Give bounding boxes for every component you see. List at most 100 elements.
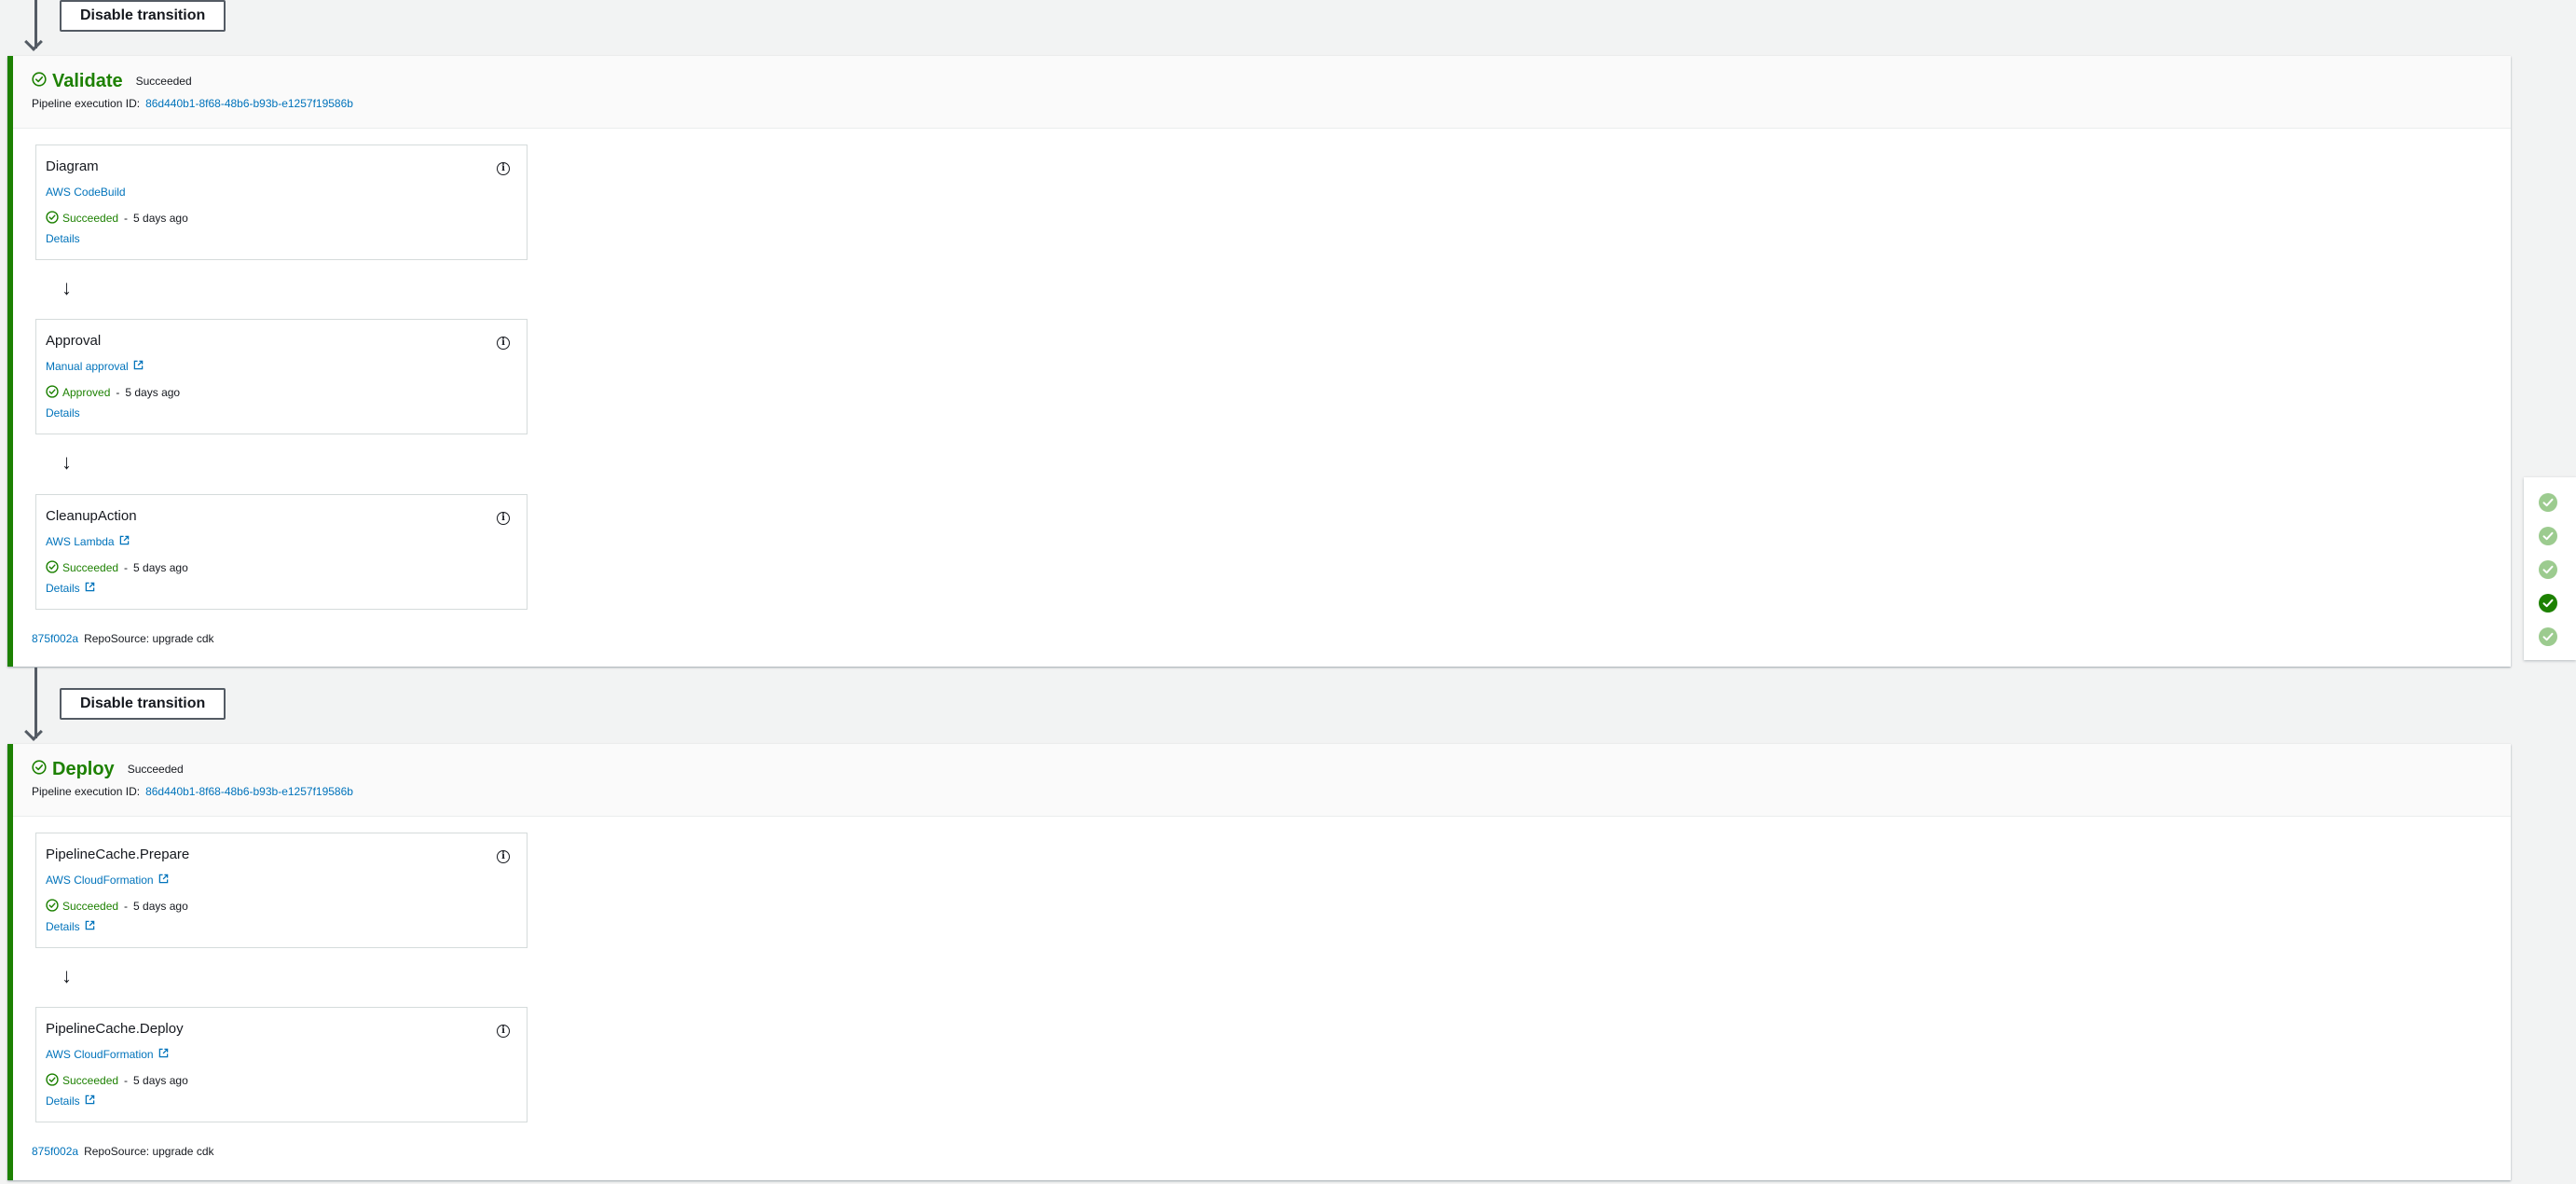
action-card-approval: Approval Manual approval Approved - 5 da… xyxy=(35,319,528,434)
external-link-icon xyxy=(85,920,95,933)
stage-name: Validate xyxy=(52,70,123,91)
action-status-text: Succeeded xyxy=(62,212,119,225)
action-time: 5 days ago xyxy=(133,561,188,574)
action-time: 5 days ago xyxy=(133,212,188,225)
details-link[interactable]: Details xyxy=(46,582,80,595)
action-card-pipelinecache-deploy: PipelineCache.Deploy AWS CloudFormation … xyxy=(35,1007,528,1122)
external-link-icon xyxy=(119,535,130,548)
stage-footer: 875f002a RepoSource: upgrade cdk xyxy=(32,632,214,645)
stage-nav-dot-5[interactable] xyxy=(2538,626,2558,647)
check-circle-icon xyxy=(46,210,59,227)
transition-into-validate: Disable transition xyxy=(0,0,559,52)
stage-nav-dot-2[interactable] xyxy=(2538,526,2558,546)
action-provider: Manual approval xyxy=(46,359,517,374)
provider-link[interactable]: AWS CloudFormation xyxy=(46,1048,154,1061)
stage-nav-dot-1[interactable] xyxy=(2538,492,2558,513)
action-details: Details xyxy=(46,1094,517,1108)
action-status-text: Succeeded xyxy=(62,561,119,574)
check-circle-icon xyxy=(32,759,47,779)
action-provider: AWS CloudFormation xyxy=(46,873,517,888)
details-link[interactable]: Details xyxy=(46,232,80,245)
details-link[interactable]: Details xyxy=(46,406,80,420)
commit-message: RepoSource: upgrade cdk xyxy=(84,632,214,645)
arrow-down-icon: ↓ xyxy=(62,450,72,474)
provider-link[interactable]: Manual approval xyxy=(46,360,129,373)
action-card-pipelinecache-prepare: PipelineCache.Prepare AWS CloudFormation… xyxy=(35,833,528,948)
action-status: Succeeded - 5 days ago xyxy=(46,559,517,576)
commit-message: RepoSource: upgrade cdk xyxy=(84,1145,214,1158)
stage-name: Deploy xyxy=(52,758,115,779)
details-link[interactable]: Details xyxy=(46,920,80,933)
info-icon[interactable]: i xyxy=(497,162,510,175)
check-circle-icon xyxy=(46,559,59,576)
stage-header: Deploy Succeeded Pipeline execution ID: 8… xyxy=(13,744,2511,817)
action-name: PipelineCache.Prepare xyxy=(46,847,190,862)
external-link-icon xyxy=(158,874,169,887)
info-icon[interactable]: i xyxy=(497,512,510,525)
action-status: Succeeded - 5 days ago xyxy=(46,210,517,227)
disable-transition-button[interactable]: Disable transition xyxy=(60,688,226,720)
action-time: 5 days ago xyxy=(133,1074,188,1087)
action-time: 5 days ago xyxy=(133,900,188,913)
external-link-icon xyxy=(85,582,95,595)
external-link-icon xyxy=(133,360,144,373)
info-icon[interactable]: i xyxy=(497,1025,510,1038)
status-separator: - xyxy=(124,561,129,574)
commit-link[interactable]: 875f002a xyxy=(32,1145,78,1158)
provider-link[interactable]: AWS CodeBuild xyxy=(46,186,126,199)
details-link[interactable]: Details xyxy=(46,1095,80,1108)
action-details: Details xyxy=(46,231,517,246)
action-provider: AWS CodeBuild xyxy=(46,185,517,200)
action-status: Succeeded - 5 days ago xyxy=(46,1072,517,1089)
status-separator: - xyxy=(124,900,129,913)
check-circle-icon xyxy=(46,1072,59,1089)
check-circle-icon xyxy=(46,384,59,401)
info-icon[interactable]: i xyxy=(497,850,510,863)
action-provider: AWS CloudFormation xyxy=(46,1047,517,1062)
action-name: Approval xyxy=(46,333,102,349)
stage-header: Validate Succeeded Pipeline execution ID… xyxy=(13,56,2511,129)
stage-validate: Validate Succeeded Pipeline execution ID… xyxy=(7,56,2511,667)
action-status-text: Approved xyxy=(62,386,111,399)
external-link-icon xyxy=(158,1048,169,1061)
action-card-diagram: Diagram AWS CodeBuild Succeeded - 5 days… xyxy=(35,145,528,260)
action-details: Details xyxy=(46,406,517,420)
action-status-text: Succeeded xyxy=(62,900,119,913)
action-details: Details xyxy=(46,919,517,934)
stage-nav-dot-4-current[interactable] xyxy=(2538,593,2558,613)
status-separator: - xyxy=(124,1074,129,1087)
pipeline-execution: Pipeline execution ID: 86d440b1-8f68-48b6… xyxy=(32,785,2511,798)
commit-link[interactable]: 875f002a xyxy=(32,632,78,645)
status-separator: - xyxy=(124,212,129,225)
action-card-cleanupaction: CleanupAction AWS Lambda Succeeded - 5 d… xyxy=(35,494,528,610)
execution-id-link[interactable]: 86d440b1-8f68-48b6-b93b-e1257f19586b xyxy=(145,785,353,798)
provider-link[interactable]: AWS Lambda xyxy=(46,535,115,548)
stage-navigator xyxy=(2524,477,2576,660)
stage-footer: 875f002a RepoSource: upgrade cdk xyxy=(32,1145,214,1158)
action-name: CleanupAction xyxy=(46,508,137,524)
info-icon[interactable]: i xyxy=(497,337,510,350)
pipeline-execution: Pipeline execution ID: 86d440b1-8f68-48b6… xyxy=(32,97,2511,110)
status-separator: - xyxy=(116,386,120,399)
arrow-down-icon: ↓ xyxy=(62,276,72,299)
action-name: Diagram xyxy=(46,158,99,174)
arrow-down-icon: ↓ xyxy=(62,964,72,987)
stage-nav-dot-3[interactable] xyxy=(2538,559,2558,580)
action-status-text: Succeeded xyxy=(62,1074,119,1087)
stage-status: Succeeded xyxy=(127,763,184,776)
check-circle-icon xyxy=(46,898,59,915)
provider-link[interactable]: AWS CloudFormation xyxy=(46,874,154,887)
stage-deploy: Deploy Succeeded Pipeline execution ID: 8… xyxy=(7,744,2511,1180)
action-status: Approved - 5 days ago xyxy=(46,384,517,401)
action-provider: AWS Lambda xyxy=(46,534,517,549)
transition-into-deploy: Disable transition xyxy=(0,668,559,742)
check-circle-icon xyxy=(32,71,47,91)
action-details: Details xyxy=(46,581,517,596)
execution-id-link[interactable]: 86d440b1-8f68-48b6-b93b-e1257f19586b xyxy=(145,97,353,110)
execution-label: Pipeline execution ID: xyxy=(32,97,141,110)
action-time: 5 days ago xyxy=(125,386,181,399)
transition-arrow-icon xyxy=(24,0,44,52)
disable-transition-button[interactable]: Disable transition xyxy=(60,0,226,32)
external-link-icon xyxy=(85,1095,95,1108)
action-status: Succeeded - 5 days ago xyxy=(46,898,517,915)
